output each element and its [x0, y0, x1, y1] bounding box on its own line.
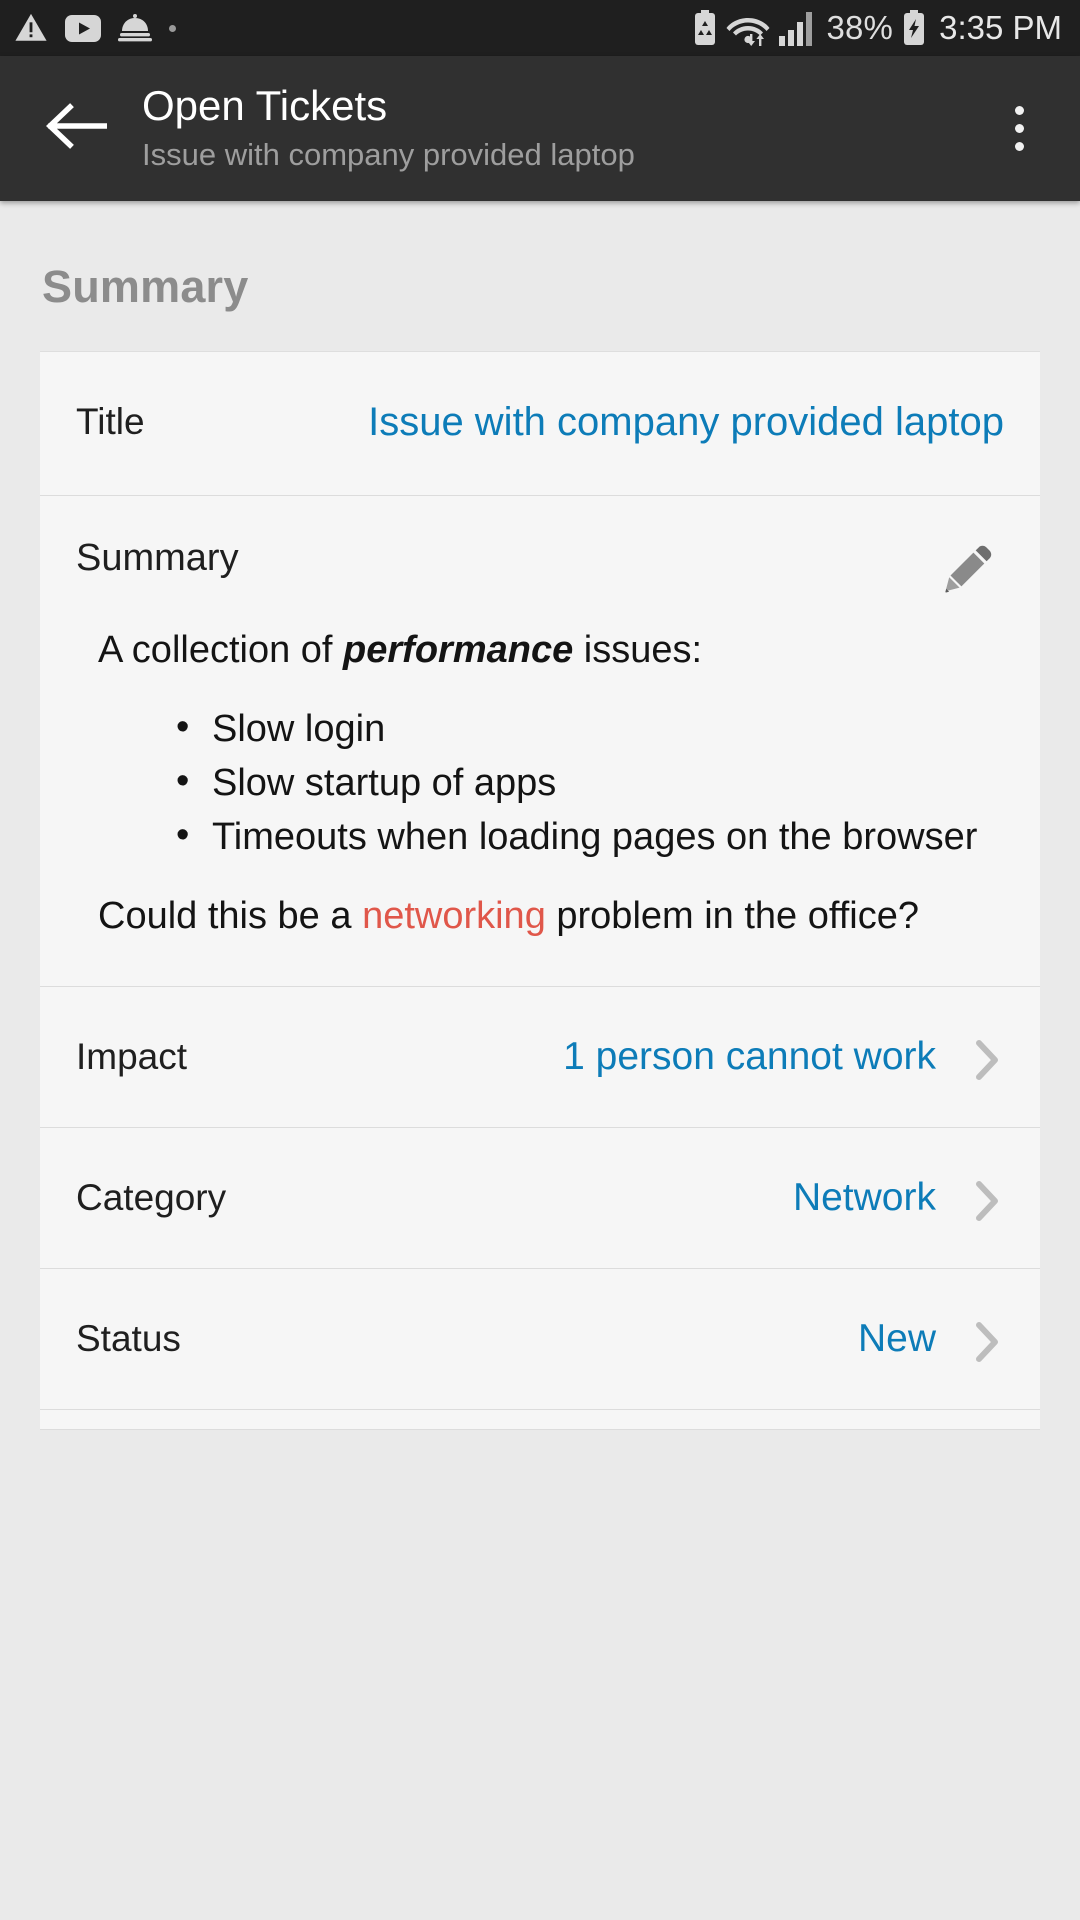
- summary-rich-text: A collection of performance issues: Slow…: [76, 626, 1004, 942]
- field-value-category: Network: [792, 1176, 936, 1220]
- back-button[interactable]: [34, 87, 118, 171]
- summary-outro-paragraph: Could this be a networking problem in th…: [98, 892, 1004, 941]
- summary-card: Title Issue with company provided laptop…: [40, 351, 1040, 1430]
- list-item: Timeouts when loading pages on the brows…: [176, 811, 1004, 863]
- summary-outro-highlight: networking: [362, 895, 546, 938]
- list-item: Slow login: [176, 703, 1004, 755]
- back-arrow-icon: [45, 101, 108, 156]
- warning-triangle-icon: [14, 11, 48, 45]
- field-row-summary: Summary A collection of performance issu…: [40, 496, 1040, 987]
- small-dot-icon: [169, 24, 176, 32]
- field-row-title[interactable]: Title Issue with company provided laptop: [40, 352, 1040, 496]
- summary-intro-before: A collection of: [98, 628, 344, 671]
- page-title: Open Tickets: [142, 82, 388, 130]
- wifi-icon: [726, 10, 770, 46]
- field-value-title[interactable]: Issue with company provided laptop: [145, 398, 1004, 447]
- battery-saver-icon: [693, 10, 717, 46]
- field-value-status: New: [857, 1317, 936, 1361]
- overflow-menu-icon: [1014, 142, 1024, 151]
- summary-outro-after: problem in the office?: [545, 895, 920, 938]
- battery-charging-icon: [902, 10, 926, 46]
- status-bar: 38% 3:35 PM: [0, 0, 1080, 56]
- service-bell-icon: [118, 12, 152, 44]
- app-bar: Open Tickets Issue with company provided…: [0, 56, 1080, 201]
- summary-intro-emphasis: performance: [343, 628, 574, 671]
- field-row-impact[interactable]: Impact 1 person cannot work: [40, 987, 1040, 1128]
- field-label-status: Status: [76, 1318, 181, 1360]
- field-value-impact: 1 person cannot work: [563, 1035, 936, 1079]
- chevron-right-icon: [954, 1029, 1004, 1085]
- edit-summary-button[interactable]: [932, 538, 1004, 600]
- field-row-next-partial[interactable]: [40, 1410, 1040, 1430]
- field-row-status[interactable]: Status New: [40, 1269, 1040, 1410]
- field-label-impact: Impact: [76, 1036, 188, 1078]
- chevron-right-icon: [954, 1170, 1004, 1226]
- status-bar-system: 38% 3:35 PM: [693, 9, 1062, 47]
- summary-intro-paragraph: A collection of performance issues:: [98, 626, 1004, 675]
- summary-intro-after: issues:: [573, 628, 703, 671]
- section-header-summary: Summary: [42, 261, 249, 312]
- chevron-right-icon: [954, 1311, 1004, 1367]
- overflow-menu-button[interactable]: [984, 81, 1054, 177]
- status-bar-notifications: [14, 11, 176, 45]
- field-label-title: Title: [76, 401, 145, 442]
- pencil-edit-icon: [940, 538, 996, 599]
- summary-bullet-list: Slow login Slow startup of apps Timeouts…: [176, 703, 1004, 863]
- youtube-icon: [65, 14, 101, 42]
- field-label-category: Category: [76, 1177, 227, 1219]
- list-item: Slow startup of apps: [176, 757, 1004, 809]
- field-label-summary: Summary: [76, 536, 239, 579]
- field-row-category[interactable]: Category Network: [40, 1128, 1040, 1269]
- page-subtitle: Issue with company provided laptop: [142, 137, 635, 173]
- summary-outro-before: Could this be a: [98, 895, 363, 938]
- clock-label: 3:35 PM: [939, 9, 1062, 46]
- overflow-menu-icon: [1014, 106, 1024, 115]
- summary-header-line: Summary: [76, 536, 1004, 600]
- content-scroll-area[interactable]: Summary Title Issue with company provide…: [0, 201, 1080, 1920]
- signal-bars-icon: [779, 10, 817, 46]
- overflow-menu-icon: [1014, 124, 1024, 133]
- battery-percent-label: 38%: [826, 9, 894, 46]
- app-bar-titles: Open Tickets Issue with company provided…: [142, 82, 984, 175]
